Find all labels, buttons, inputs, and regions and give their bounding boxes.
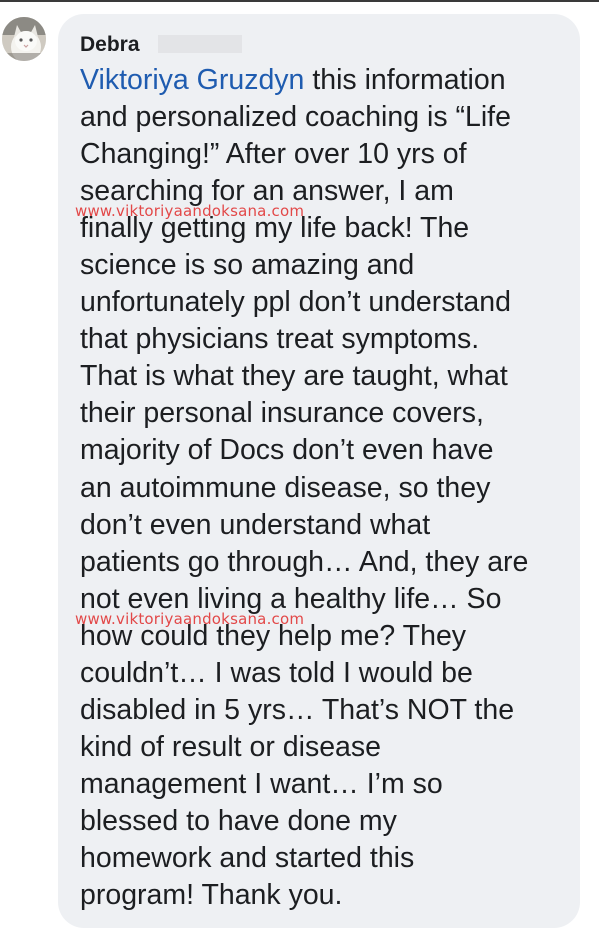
watermark-text: www.viktoriyaandoksana.com [75,202,305,220]
comment-line: unfortunately ppl don’t understand [80,286,511,319]
comment-line-text: this information [304,64,506,96]
comment-line: Viktoriya Gruzdyn this information [80,62,575,99]
avatar[interactable] [2,17,46,61]
comment-author-name[interactable]: Debra [80,33,140,57]
comment-line: an autoimmune disease, so they [80,471,491,504]
comment-line: management I want… I’m so [80,767,443,800]
comment-line: patients go through… And, they are [80,545,529,578]
comment-line: that physicians treat symptoms. [80,323,480,356]
comment-line: their personal insurance covers, [80,397,484,430]
top-divider [0,0,599,2]
watermark-text: www.viktoriyaandoksana.com [75,610,305,628]
comment-line: science is so amazing and [80,249,415,282]
comment-line: program! Thank you. [80,879,343,912]
comment-line: majority of Docs don’t even have [80,434,494,467]
comment-line: couldn’t… I was told I would be [80,656,473,689]
redacted-surname [158,35,242,53]
comment-line: disabled in 5 yrs… That’s NOT the [80,693,515,726]
comment-line: and personalized coaching is “Life [80,101,511,134]
comment-line: don’t even understand what [80,508,431,541]
comment-line: homework and started this [80,841,415,874]
comment-line: That is what they are taught, what [80,360,508,393]
comment-text: Viktoriya Gruzdyn this information and p… [80,62,575,914]
comment-line: kind of result or disease [80,730,381,763]
comment-line: Changing!” After over 10 yrs of [80,138,467,171]
mention-link[interactable]: Viktoriya Gruzdyn [80,64,304,96]
cat-avatar-icon [2,17,46,61]
comment-line: blessed to have done my [80,804,397,837]
